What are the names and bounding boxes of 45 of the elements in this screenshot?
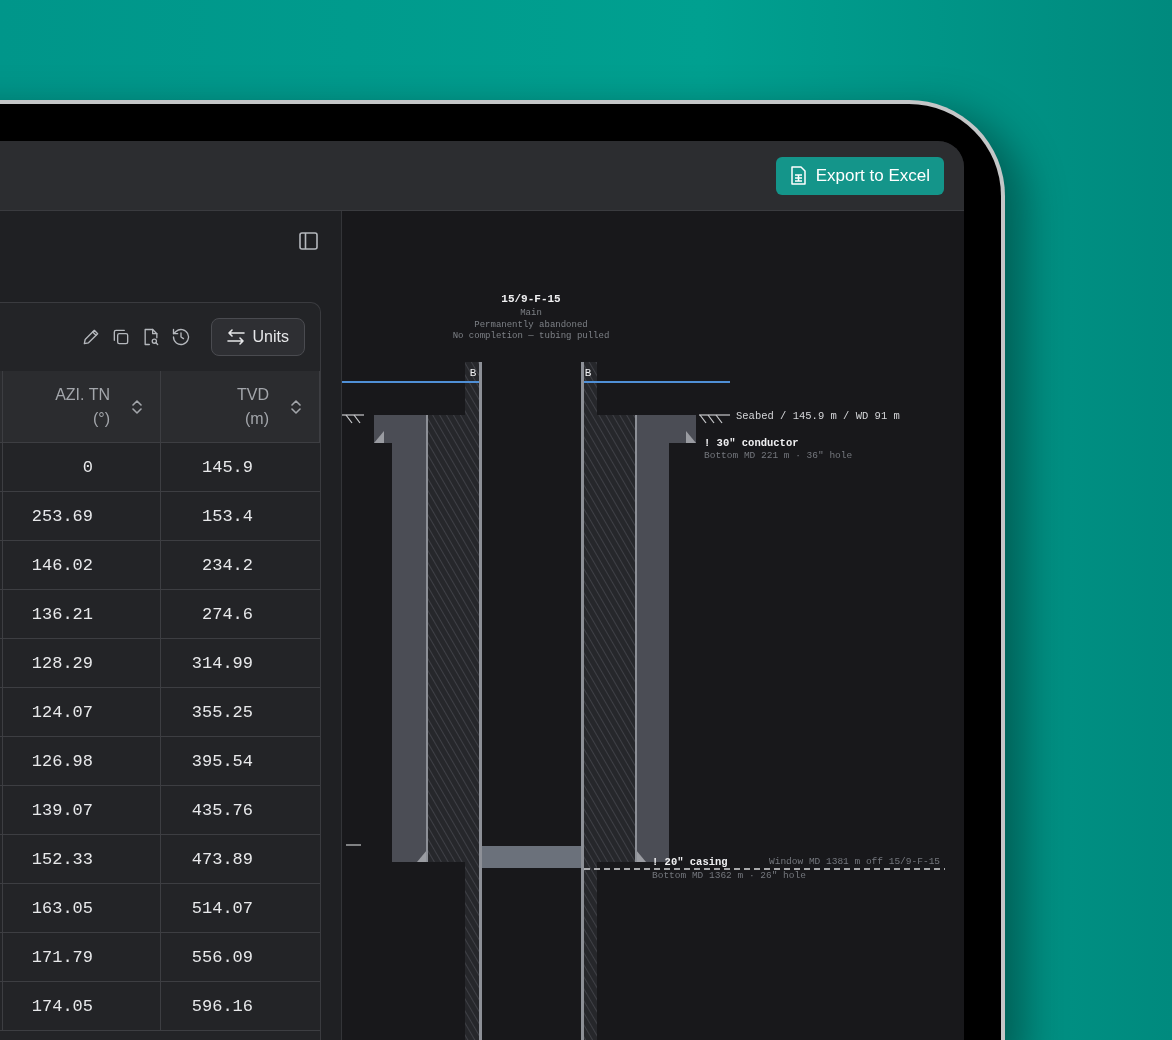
table-cell: 124.07	[3, 688, 161, 737]
table-cell: 136.21	[3, 590, 161, 639]
table-cell: 314.99	[161, 639, 320, 688]
table-cell: 146.02	[3, 541, 161, 590]
table-cell: 253.69	[3, 492, 161, 541]
well-name: 15/9-F-15	[501, 293, 561, 305]
marker-label: B	[584, 367, 592, 379]
table-cell: 395.54	[161, 737, 320, 786]
well-status: Permanently abandoned	[474, 320, 588, 330]
casing-name: ! 20" casing	[652, 856, 728, 868]
well-subtitle: Main	[520, 308, 542, 318]
table-cell: 596.16	[161, 982, 320, 1031]
seabed-label: Seabed / 145.9 m / WD 91 m	[736, 410, 900, 422]
casing-detail: Bottom MD 221 m · 36" hole	[704, 450, 853, 461]
table-cell: 234.2	[161, 541, 320, 590]
sidebar-toggle-icon[interactable]	[299, 232, 318, 250]
table-cell: 473.89	[161, 835, 320, 884]
export-button[interactable]: Export to Excel	[775, 156, 944, 195]
sort-icon[interactable]	[132, 398, 142, 415]
sort-icon[interactable]	[291, 398, 301, 415]
window-label: Window MD 1381 m off 15/9-F-15	[769, 856, 941, 867]
table-cell: 152.33	[3, 835, 161, 884]
units-button[interactable]: Units	[210, 318, 305, 356]
table-cell: 0	[3, 443, 161, 492]
column-header[interactable]: TVD (m)	[237, 382, 269, 431]
table-cell: 514.07	[161, 884, 320, 933]
table-cell: 274.6	[161, 590, 320, 639]
table-cell: 128.29	[3, 639, 161, 688]
table-cell: 139.07	[3, 786, 161, 835]
marker-label: B	[469, 367, 477, 379]
completion-note: No completion — tubing pulled	[452, 331, 610, 341]
swap-arrows-icon	[226, 329, 245, 345]
table-cell: 145.9	[161, 443, 320, 492]
table-cell: 163.05	[3, 884, 161, 933]
table-cell: 556.09	[161, 933, 320, 982]
table-cell: 355.25	[161, 688, 320, 737]
table-cell: 153.4	[161, 492, 320, 541]
table-cell: 171.79	[3, 933, 161, 982]
casing-detail: Bottom MD 1362 m · 26" hole	[652, 870, 806, 881]
history-icon[interactable]	[170, 327, 191, 347]
spreadsheet-file-icon	[789, 166, 807, 185]
casing-name: ! 30" conductor	[704, 437, 799, 449]
table-cell: 435.76	[161, 786, 320, 835]
table-cell: 174.05	[3, 982, 161, 1031]
table-cell: 126.98	[3, 737, 161, 786]
